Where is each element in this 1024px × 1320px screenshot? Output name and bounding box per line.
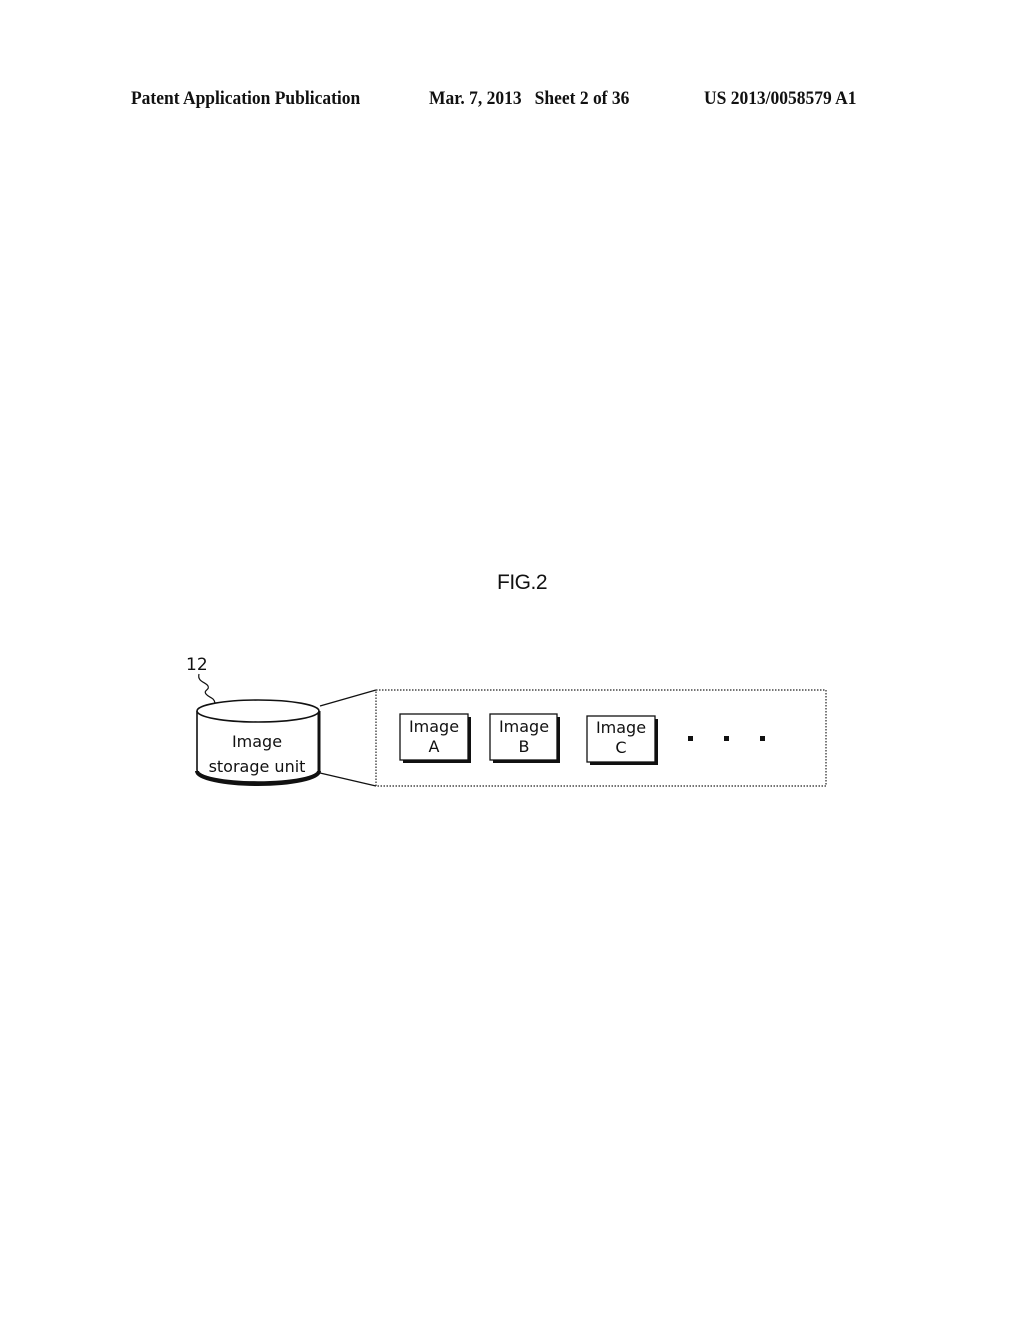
figure-diagram: 12 Image storage unit Image A Image B Im… — [186, 655, 827, 787]
storage-label-line1: Image — [232, 732, 282, 751]
reference-numeral: 12 — [186, 655, 208, 675]
image-b-line2: B — [519, 737, 530, 756]
ellipsis-dot — [724, 736, 729, 741]
image-b-line1: Image — [499, 717, 549, 736]
connector-top — [319, 689, 377, 707]
image-c-line1: Image — [596, 718, 646, 737]
image-box-c: Image C — [586, 715, 658, 765]
image-a-line2: A — [429, 737, 440, 756]
image-box-b: Image B — [489, 713, 560, 763]
image-a-line1: Image — [409, 717, 459, 736]
storage-label-line2: storage unit — [209, 757, 306, 776]
ellipsis-dot — [688, 736, 693, 741]
ellipsis-dot — [760, 736, 765, 741]
ellipsis-continuation — [688, 736, 765, 741]
image-box-a: Image A — [399, 713, 471, 763]
connector-bottom — [319, 772, 377, 787]
image-c-line2: C — [615, 738, 626, 757]
